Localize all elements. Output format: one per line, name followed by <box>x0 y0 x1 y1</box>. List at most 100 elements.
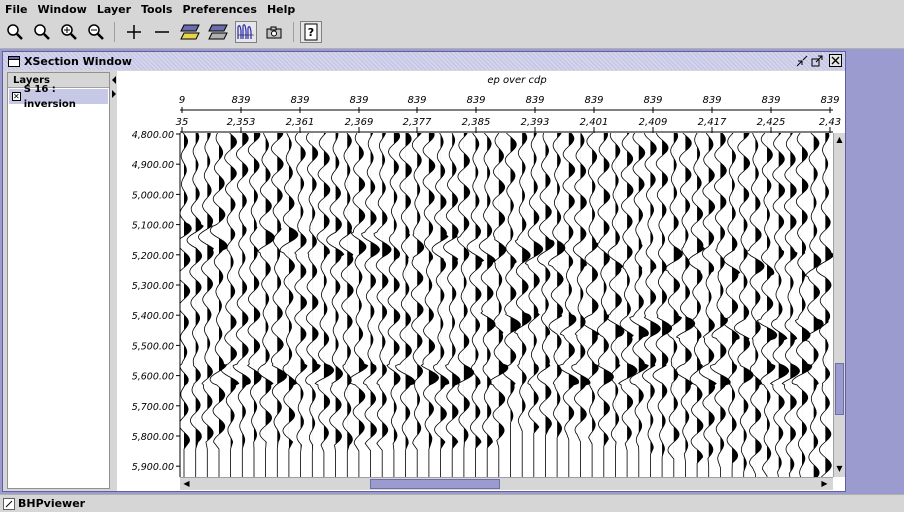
layer-color-button[interactable] <box>179 21 201 43</box>
help-glyph: ? <box>308 26 314 39</box>
time-tick-label: 5,200.00 <box>132 251 174 262</box>
menu-tools[interactable]: Tools <box>136 3 177 16</box>
ep-tick-label: 839 <box>231 95 250 106</box>
scroll-left-icon[interactable]: ◀ <box>181 478 192 489</box>
trace-wiggle <box>339 133 354 477</box>
layer-gray-icon <box>208 24 228 40</box>
menu-preferences[interactable]: Preferences <box>177 3 261 16</box>
maximize-button[interactable] <box>810 54 823 67</box>
cdp-tick-label: 2,401 <box>580 117 609 128</box>
trace-wiggle <box>395 133 416 477</box>
zoom-in-button[interactable] <box>58 21 80 43</box>
time-tick-label: 5,500.00 <box>132 341 174 352</box>
trace-fill <box>510 133 521 477</box>
add-button[interactable] <box>123 21 145 43</box>
maximize-icon <box>811 55 822 66</box>
seismic-canvas: ep over cdp 9 35 839 2,353 839 2,361 839 2,369 83… <box>132 75 841 477</box>
trace-wiggle <box>791 133 813 477</box>
remove-button[interactable] <box>151 21 173 43</box>
zoom-button[interactable] <box>31 21 53 43</box>
ep-tick-label: 839 <box>643 95 662 106</box>
time-tick-label: 5,900.00 <box>132 462 174 473</box>
trace-wiggle <box>605 133 625 477</box>
trace-wiggle <box>746 133 765 477</box>
scroll-right-icon[interactable]: ▶ <box>819 478 830 489</box>
plus-icon <box>127 25 141 39</box>
time-tick-label: 5,700.00 <box>132 402 174 413</box>
trace-wiggle <box>232 133 251 477</box>
ep-tick-label: 839 <box>466 95 485 106</box>
help-icon: ? <box>304 23 318 41</box>
layer-visibility-checkbox[interactable]: ✕ <box>12 92 21 101</box>
cdp-tick-label: 2,43 <box>819 117 841 128</box>
close-button[interactable] <box>829 54 842 67</box>
layer-yellow-icon <box>180 24 200 40</box>
layer-item-inversion[interactable]: ✕ S 16 : inversion <box>9 84 108 110</box>
ep-tick-label: 839 <box>761 95 780 106</box>
ep-tick-label: 9 <box>179 95 185 106</box>
wiggle-display-button[interactable] <box>235 21 257 43</box>
zoom-icon <box>34 24 50 40</box>
menu-layer[interactable]: Layer <box>92 3 136 16</box>
trace-wiggle <box>270 133 288 477</box>
toolbar-separator <box>114 22 115 42</box>
layer-gray-button[interactable] <box>207 21 229 43</box>
trace-fill <box>253 133 262 477</box>
menu-file[interactable]: File <box>0 3 33 16</box>
trace-wiggle <box>478 133 497 477</box>
trace-wiggle <box>466 133 485 477</box>
ep-tick-label: 839 <box>290 95 309 106</box>
trace-wiggle <box>180 133 192 477</box>
trace-fill <box>720 133 731 477</box>
app-name: BHPviewer <box>18 497 86 510</box>
cdp-tick-label: 2,409 <box>639 117 668 128</box>
trace-fill <box>627 133 637 477</box>
trace-wiggle <box>514 133 532 477</box>
ep-tick-label: 839 <box>584 95 603 106</box>
trace-wiggle <box>186 133 204 477</box>
menu-help[interactable]: Help <box>262 3 300 16</box>
help-button[interactable]: ? <box>300 21 322 43</box>
trace-wiggle <box>209 133 228 477</box>
trace-fill <box>405 133 415 477</box>
horizontal-scrollbar[interactable]: ◀ ▶ <box>180 477 833 490</box>
vertical-scrollbar[interactable]: ▲ ▼ <box>833 133 845 477</box>
trace-fill <box>813 133 824 477</box>
scroll-down-icon[interactable]: ▼ <box>834 463 845 474</box>
zoom-out-button[interactable] <box>85 21 107 43</box>
trace-fill <box>393 133 401 477</box>
trace-fill <box>638 133 649 477</box>
xsection-titlebar[interactable]: XSection Window <box>3 52 845 70</box>
trace-wiggle <box>279 133 299 477</box>
trace-fill <box>767 133 777 477</box>
time-tick-label: 5,100.00 <box>132 221 174 232</box>
zoom-reset-button[interactable] <box>4 21 26 43</box>
trace-fill <box>347 133 354 477</box>
time-tick-label: 5,400.00 <box>132 311 174 322</box>
trace-fill <box>650 133 661 477</box>
menu-window[interactable]: Window <box>33 3 92 16</box>
snapshot-button[interactable] <box>263 21 285 43</box>
trace-fill <box>743 133 754 477</box>
scroll-up-icon[interactable]: ▲ <box>834 134 845 145</box>
time-tick-label: 5,600.00 <box>132 372 174 383</box>
trace-wiggle <box>596 133 614 477</box>
cdp-tick-label: 2,369 <box>345 117 374 128</box>
trace-fill <box>487 133 496 477</box>
zoom-in-icon <box>61 24 77 40</box>
horizontal-scroll-thumb[interactable] <box>370 479 500 489</box>
trace-fill <box>778 133 789 477</box>
minimize-button[interactable] <box>795 54 808 67</box>
trace-wiggle <box>257 133 275 477</box>
ep-tick-label: 839 <box>820 95 839 106</box>
trace-fill <box>545 133 555 477</box>
trace-wiggle <box>675 133 696 477</box>
trace-wiggle <box>457 133 475 477</box>
seismic-plot[interactable]: ep over cdp 9 35 839 2,353 839 2,361 839 2,369 83… <box>117 71 845 491</box>
trace-fill <box>184 133 192 477</box>
xsection-title: XSection Window <box>24 54 132 68</box>
trace-fill <box>580 133 590 477</box>
ep-tick-label: 839 <box>702 95 721 106</box>
toolbar-separator <box>293 22 294 42</box>
vertical-scroll-thumb[interactable] <box>835 363 844 415</box>
